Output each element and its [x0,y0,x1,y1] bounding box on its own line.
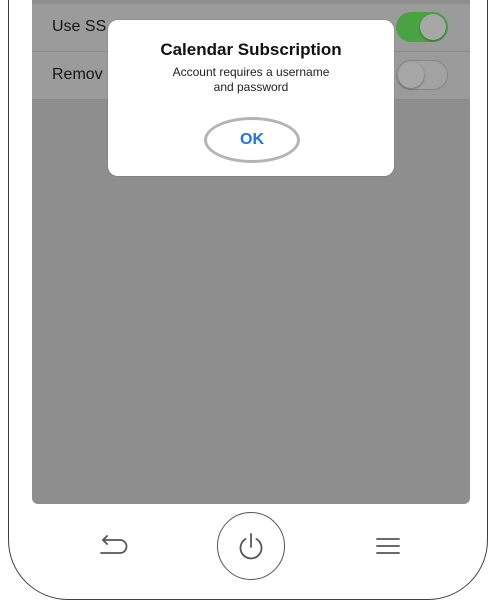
dialog-message-line-2: and password [213,80,289,94]
toggle-knob [398,61,424,88]
ok-highlight-ring: OK [204,117,300,163]
settings-row-label: Use SS [52,18,107,35]
power-button[interactable] [217,512,285,580]
dialog-message-line-1: Account requires a username [172,65,330,79]
dialog-title: Calendar Subscription [160,40,342,59]
dialog-message: Account requires a username and password [143,65,359,95]
back-arrow-icon[interactable] [97,535,131,561]
ok-button[interactable]: OK [240,132,264,148]
remove-toggle[interactable] [396,60,448,90]
navigation-bar [0,512,496,602]
phone-frame: Use SS Remov Calendar Subscription Accou… [0,0,496,611]
use-ssl-toggle[interactable] [396,12,448,42]
settings-row-label: Remov [52,66,103,83]
power-icon [239,533,263,560]
toggle-knob [420,14,446,40]
alert-dialog: Calendar Subscription Account requires a… [108,20,394,176]
menu-icon[interactable] [376,536,400,556]
